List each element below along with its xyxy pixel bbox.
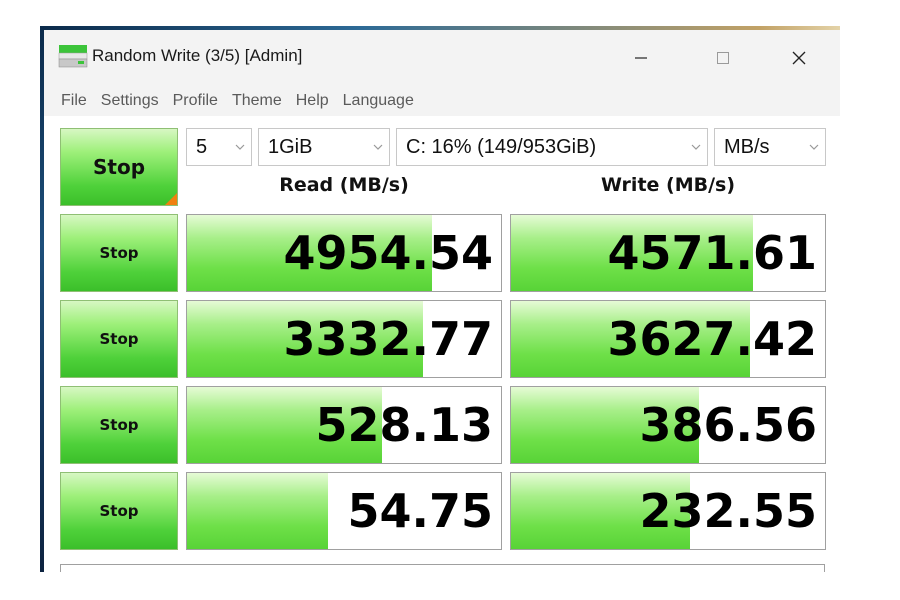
row-2-stop-label: Stop [99,330,139,348]
comment-input[interactable] [60,564,825,572]
row-2-read-value: 3332.77 [283,312,493,366]
minimize-button[interactable] [618,38,664,78]
test-size-value: 1GiB [268,135,313,158]
app-window: Random Write (3/5) [Admin] File Settings… [44,30,840,572]
menu-theme[interactable]: Theme [232,92,282,110]
menu-help[interactable]: Help [296,92,329,110]
menu-language[interactable]: Language [343,92,414,110]
menu-file[interactable]: File [61,92,87,110]
row-1-stop-button[interactable]: Stop [60,214,178,292]
test-count-value: 5 [196,135,208,158]
row-2-write-cell: 3627.42 [510,300,826,378]
benchmark-panel: Stop 5 1GiB C: 16% (149/953GiB) MB/s Rea… [44,116,840,572]
unit-value: MB/s [724,135,770,158]
minimize-icon [635,57,647,59]
row-3-read-cell: 528.13 [186,386,502,464]
row-3-write-value: 386.56 [639,398,817,452]
title-bar[interactable]: Random Write (3/5) [Admin] [44,30,840,86]
drive-select[interactable]: C: 16% (149/953GiB) [396,128,708,166]
row-1-write-cell: 4571.61 [510,214,826,292]
disk-app-icon [58,45,88,68]
write-column-header: Write (MB/s) [600,174,736,196]
chevron-down-icon [373,144,383,150]
window-title: Random Write (3/5) [Admin] [92,46,303,65]
stop-all-label: Stop [92,155,146,179]
row-4-read-cell: 54.75 [186,472,502,550]
chevron-down-icon [809,144,819,150]
row-4-stop-button[interactable]: Stop [60,472,178,550]
menu-settings[interactable]: Settings [101,92,159,110]
row-2-read-cell: 3332.77 [186,300,502,378]
row-4-stop-label: Stop [99,502,139,520]
row-1-read-value: 4954.54 [283,226,493,280]
close-button[interactable] [776,38,822,78]
read-column-header: Read (MB/s) [279,174,409,196]
chevron-down-icon [235,144,245,150]
maximize-button[interactable] [700,38,746,78]
stop-all-button[interactable]: Stop [60,128,178,206]
chevron-down-icon [691,144,701,150]
row-3-write-cell: 386.56 [510,386,826,464]
row-4-write-value: 232.55 [639,484,817,538]
row-3-stop-label: Stop [99,416,139,434]
row-4-read-value: 54.75 [347,484,493,538]
row-4-read-bar [187,473,329,549]
test-size-select[interactable]: 1GiB [258,128,390,166]
row-3-stop-button[interactable]: Stop [60,386,178,464]
row-2-stop-button[interactable]: Stop [60,300,178,378]
menu-bar: File Settings Profile Theme Help Languag… [44,86,840,116]
row-3-read-value: 528.13 [315,398,493,452]
row-4-write-cell: 232.55 [510,472,826,550]
drive-value: C: 16% (149/953GiB) [406,135,597,158]
unit-select[interactable]: MB/s [714,128,826,166]
corner-marker-icon [165,193,177,205]
test-count-select[interactable]: 5 [186,128,252,166]
row-2-write-value: 3627.42 [607,312,817,366]
close-icon [792,51,806,65]
row-1-read-cell: 4954.54 [186,214,502,292]
row-1-stop-label: Stop [99,244,139,262]
row-1-write-value: 4571.61 [607,226,817,280]
maximize-icon [717,52,729,64]
menu-profile[interactable]: Profile [173,92,218,110]
